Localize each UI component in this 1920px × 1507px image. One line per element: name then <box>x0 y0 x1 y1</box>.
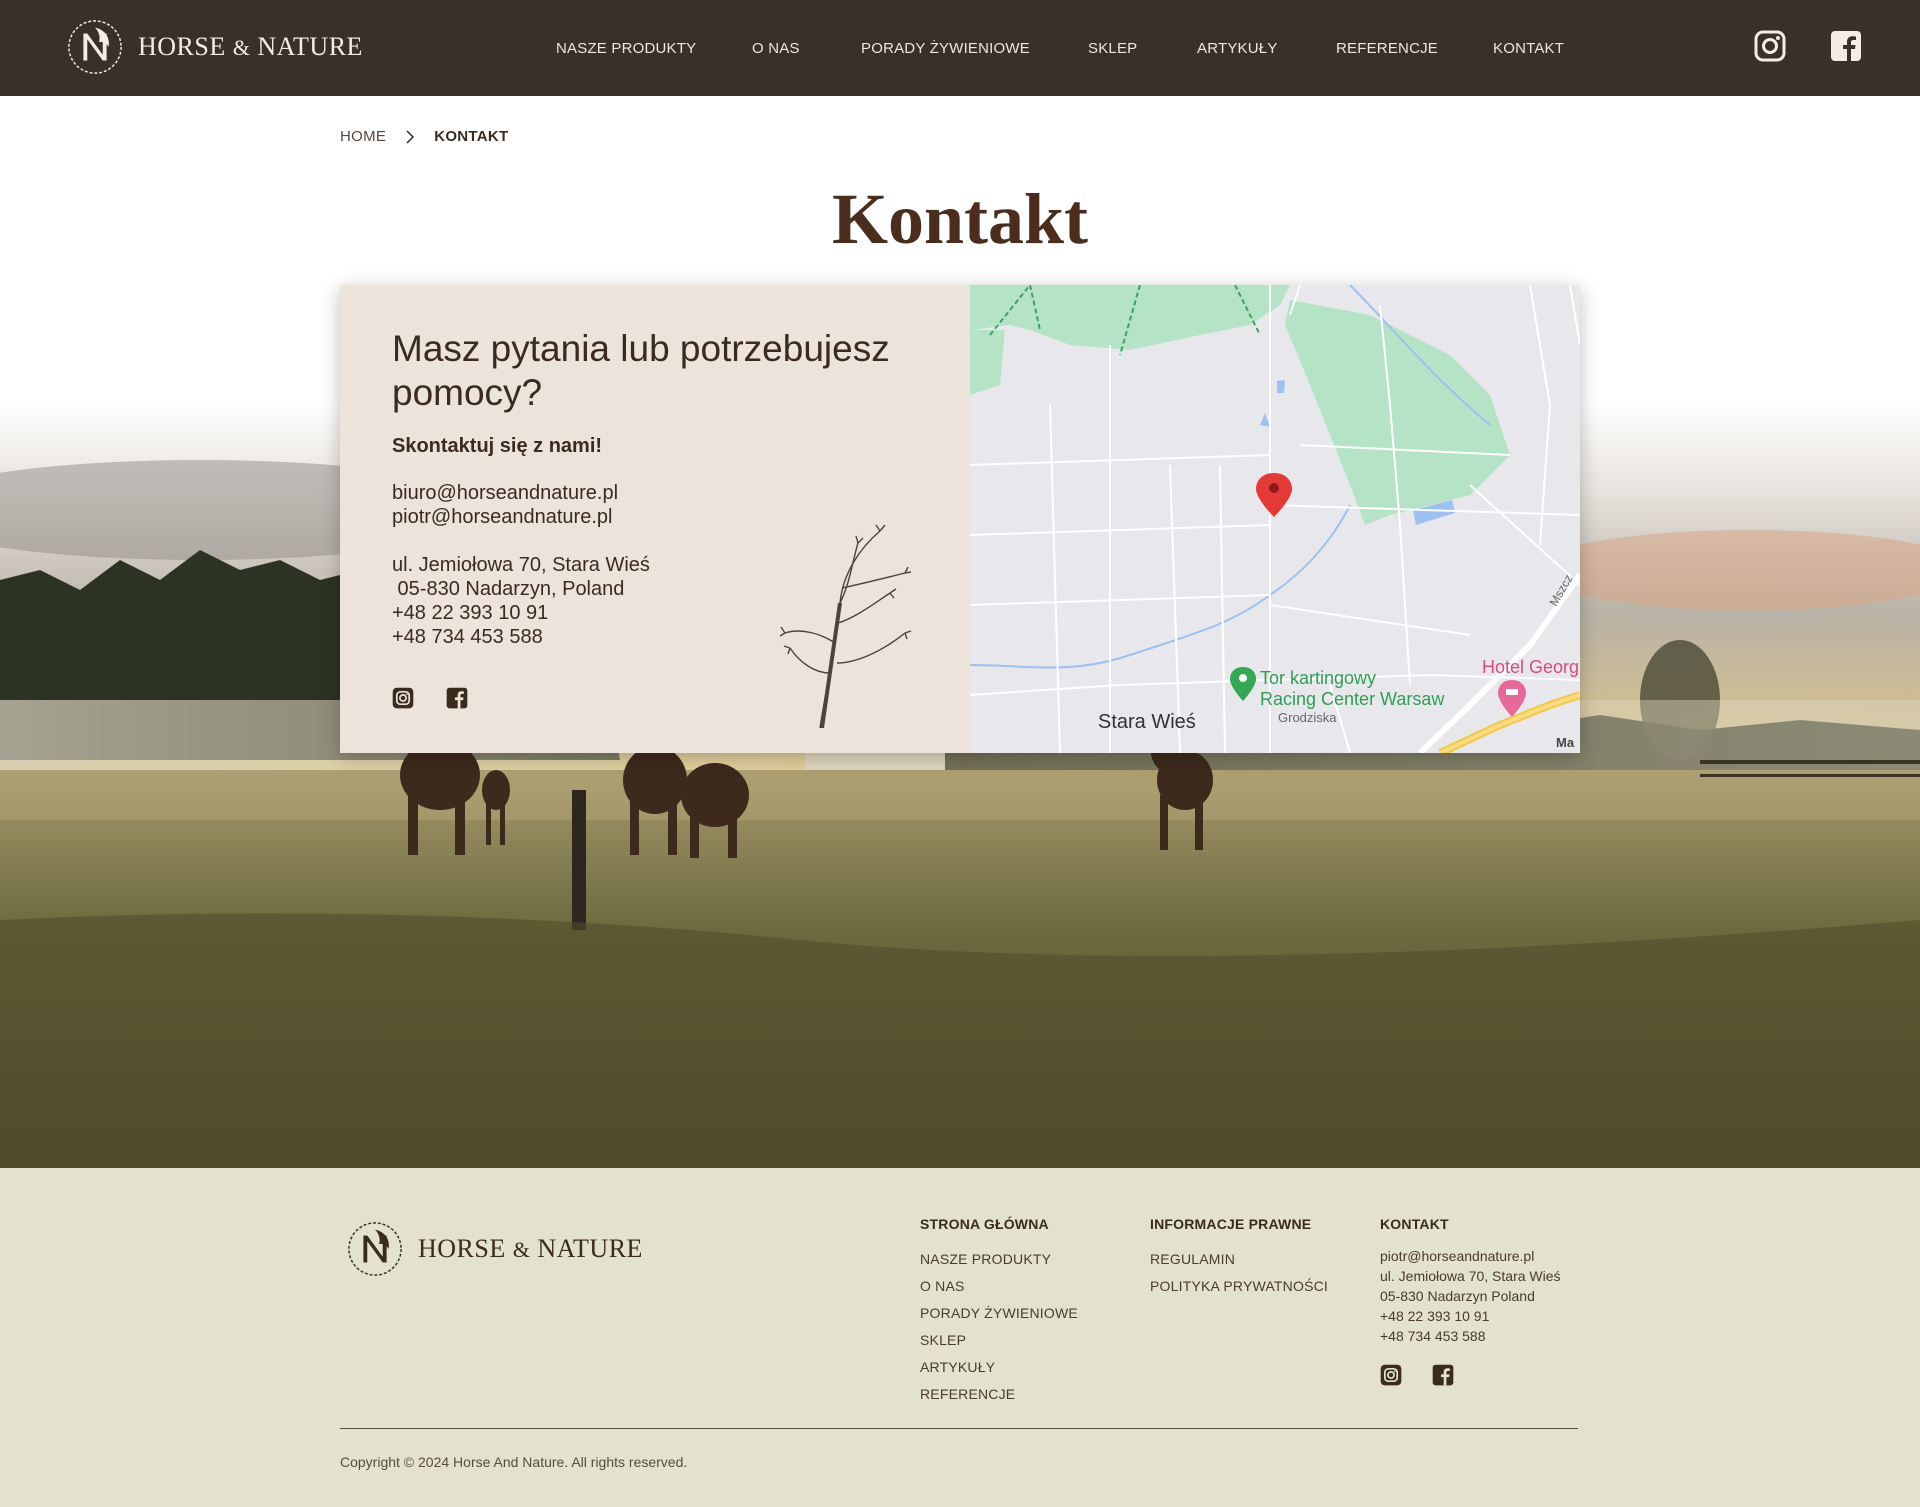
footer-divider <box>340 1428 1578 1429</box>
instagram-icon[interactable] <box>1380 1364 1402 1386</box>
contact-emails: biuro@horseandnature.pl piotr@horseandna… <box>392 481 618 529</box>
address-line: 05-830 Nadarzyn, Poland <box>392 578 625 600</box>
map-label-district: Grodziska <box>1278 710 1337 725</box>
map-attribution: Ma <box>1556 735 1575 750</box>
contact-subheading: Skontaktuj się z nami! <box>392 435 603 457</box>
top-navigation-bar: HORSE & NATURE NASZE PRODUKTY O NAS PORA… <box>0 0 1920 96</box>
phone-link[interactable]: +48 22 393 10 91 <box>392 601 650 625</box>
footer-link[interactable]: O NAS <box>920 1273 1078 1300</box>
footer-link[interactable]: REFERENCJE <box>920 1381 1078 1408</box>
breadcrumb-current: KONTAKT <box>434 128 509 145</box>
footer-link[interactable]: NASZE PRODUKTY <box>920 1246 1078 1273</box>
nav-item-o-nas[interactable]: O NAS <box>752 40 800 57</box>
contact-heading: Masz pytania lub potrzebujesz pomocy? <box>392 328 890 413</box>
footer-column-title: KONTAKT <box>1380 1216 1449 1232</box>
footer-brand-logo[interactable]: HORSE & NATURE <box>346 1220 643 1278</box>
contact-info-panel: Masz pytania lub potrzebujesz pomocy? Sk… <box>340 285 970 753</box>
breadcrumb: HOME KONTAKT <box>340 128 509 145</box>
nav-item-nasze-produkty[interactable]: NASZE PRODUKTY <box>556 40 696 57</box>
footer-phone[interactable]: +48 734 453 588 <box>1380 1326 1561 1346</box>
map-label-hotel: Hotel Georg <box>1482 657 1579 677</box>
copyright-text: Copyright © 2024 Horse And Nature. All r… <box>340 1454 688 1470</box>
footer-column-title: INFORMACJE PRAWNE <box>1150 1216 1312 1232</box>
instagram-icon[interactable] <box>392 687 414 709</box>
footer-column-main: STRONA GŁÓWNA NASZE PRODUKTY O NAS PORAD… <box>920 1216 1078 1408</box>
footer-column-contact: KONTAKT piotr@horseandnature.pl ul. Jemi… <box>1380 1216 1561 1386</box>
contact-address: ul. Jemiołowa 70, Stara Wieś 05-830 Nada… <box>392 553 650 649</box>
footer-phone[interactable]: +48 22 393 10 91 <box>1380 1306 1561 1326</box>
horse-logo-icon <box>68 20 122 74</box>
address-line: ul. Jemiołowa 70, Stara Wieś <box>392 554 650 576</box>
footer-link[interactable]: REGULAMIN <box>1150 1246 1328 1273</box>
nav-item-porady-zywieniowe[interactable]: PORADY ŻYWIENIOWE <box>861 40 1030 57</box>
footer-link[interactable]: POLITYKA PRYWATNOŚCI <box>1150 1273 1328 1300</box>
footer-address-line: 05-830 Nadarzyn Poland <box>1380 1288 1535 1304</box>
phone-link[interactable]: +48 734 453 588 <box>392 625 650 649</box>
nav-item-sklep[interactable]: SKLEP <box>1088 40 1137 57</box>
map-label-poi: Tor kartingowy <box>1260 668 1376 688</box>
footer-address-line: ul. Jemiołowa 70, Stara Wieś <box>1380 1268 1561 1284</box>
footer-column-title: STRONA GŁÓWNA <box>920 1216 1049 1232</box>
footer-column-legal: INFORMACJE PRAWNE REGULAMIN POLITYKA PRY… <box>1150 1216 1328 1300</box>
brand-logo[interactable]: HORSE & NATURE <box>66 18 363 76</box>
brand-name: HORSE & NATURE <box>138 32 363 61</box>
horse-logo-icon <box>348 1222 402 1276</box>
page-title: Kontakt <box>831 179 1089 259</box>
nav-item-kontakt[interactable]: KONTAKT <box>1493 40 1564 57</box>
map-label-poi: Racing Center Warsaw <box>1260 689 1445 709</box>
footer-social-icons <box>1380 1364 1561 1386</box>
email-link[interactable]: biuro@horseandnature.pl <box>392 481 618 505</box>
facebook-icon[interactable] <box>446 687 468 709</box>
facebook-icon[interactable] <box>1830 30 1862 62</box>
map-canvas[interactable]: Tor kartingowy Racing Center Warsaw Hote… <box>970 285 1580 753</box>
footer-link[interactable]: ARTYKUŁY <box>920 1354 1078 1381</box>
plant-illustration <box>780 524 912 729</box>
email-link[interactable]: piotr@horseandnature.pl <box>392 505 618 529</box>
map-label-town: Stara Wieś <box>1098 711 1196 733</box>
footer-email[interactable]: piotr@horseandnature.pl <box>1380 1246 1561 1266</box>
location-map[interactable]: Tor kartingowy Racing Center Warsaw Hote… <box>970 285 1580 753</box>
footer: HORSE & NATURE STRONA GŁÓWNA NASZE PRODU… <box>0 1168 1920 1507</box>
nav-item-artykuly[interactable]: ARTYKUŁY <box>1197 40 1278 57</box>
facebook-icon[interactable] <box>1432 1364 1454 1386</box>
nav-item-referencje[interactable]: REFERENCJE <box>1336 40 1438 57</box>
contact-card: Masz pytania lub potrzebujesz pomocy? Sk… <box>340 285 1580 753</box>
contact-social-icons <box>392 687 468 709</box>
footer-link[interactable]: PORADY ŻYWIENIOWE <box>920 1300 1078 1327</box>
footer-brand-name: HORSE & NATURE <box>418 1234 643 1263</box>
instagram-icon[interactable] <box>1754 30 1786 62</box>
breadcrumb-home-link[interactable]: HOME <box>340 128 386 145</box>
footer-link[interactable]: SKLEP <box>920 1327 1078 1354</box>
chevron-right-icon <box>406 129 415 144</box>
